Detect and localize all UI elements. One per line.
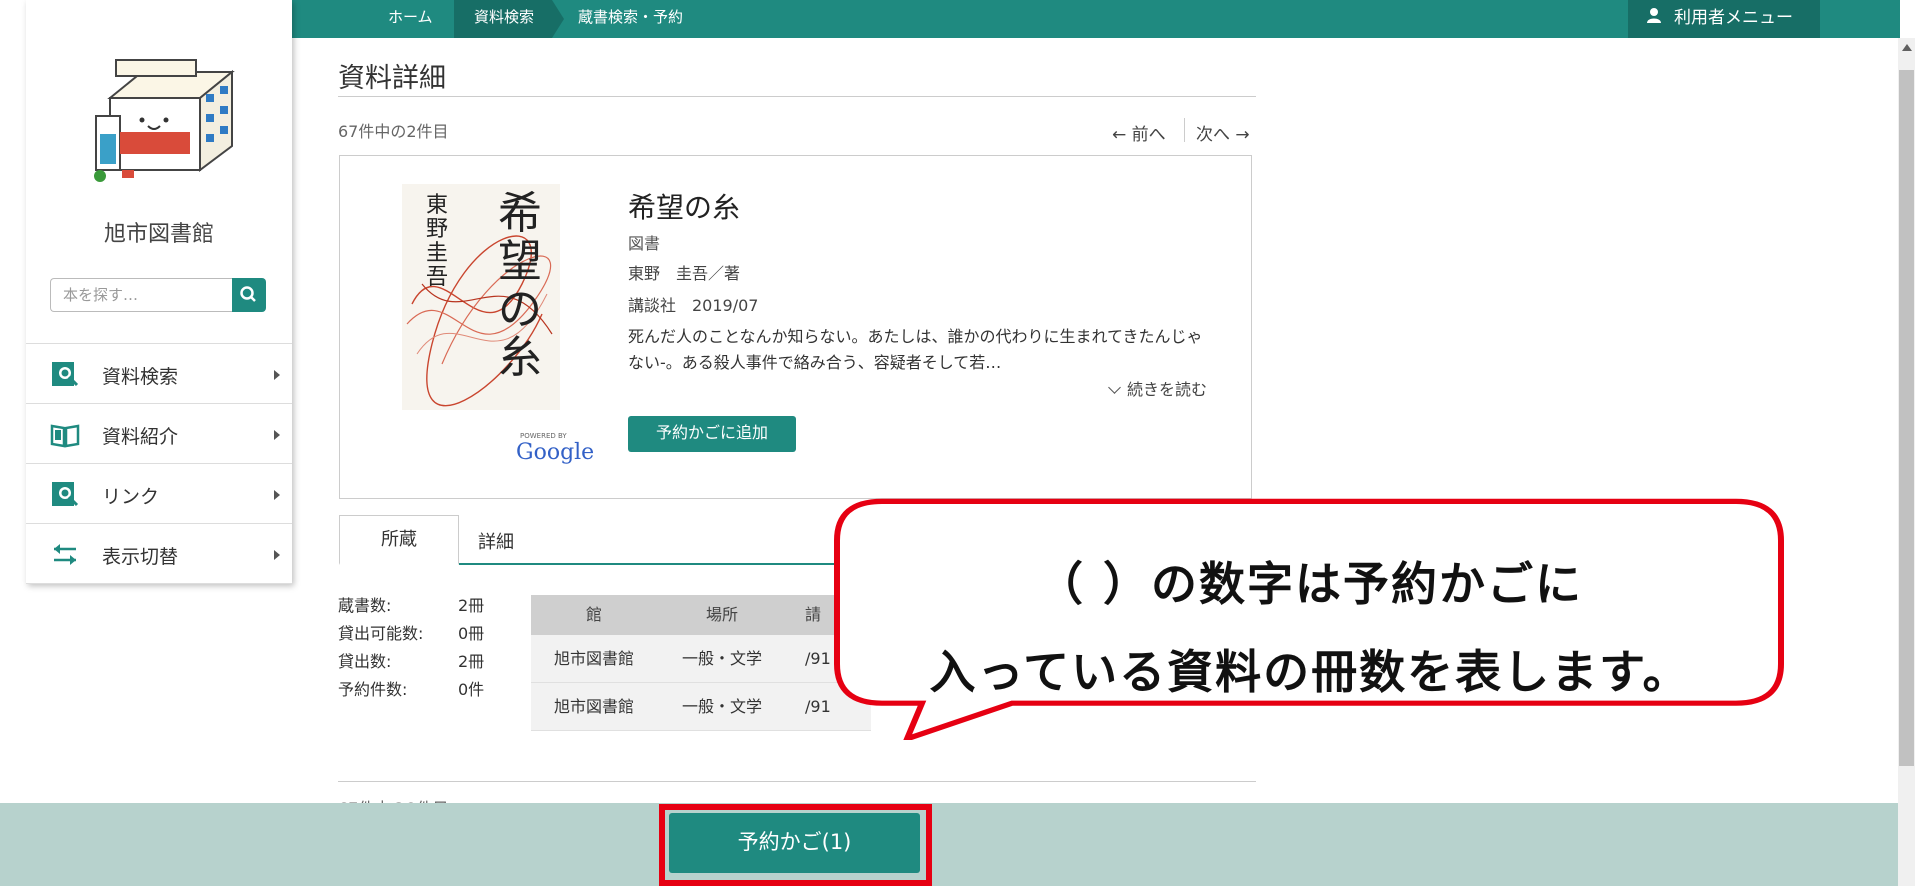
book-publisher: 講談社 2019/07 xyxy=(628,296,759,315)
stat-value: 2冊 xyxy=(458,652,485,671)
stat-label: 貸出数: xyxy=(338,652,392,671)
sidebar-item-introduction[interactable]: 資料紹介 xyxy=(26,404,292,464)
book-description: 死んだ人のことなんか知らない。あたしは、誰かの代わりに生まれてきたんじゃない-。… xyxy=(628,327,1203,372)
search-button[interactable] xyxy=(232,278,266,312)
stat-row: 予約件数: 0件 xyxy=(338,676,484,704)
column-header-location: 場所 xyxy=(705,605,738,624)
callout-text-line2: 入っている資料の冊数を表します。 xyxy=(929,645,1691,699)
read-more-link[interactable]: 続きを読む xyxy=(1108,376,1208,400)
table-row: 旭市図書館 一般・文学 /91 xyxy=(531,635,871,683)
book-type: 図書 xyxy=(628,234,661,253)
cell-location: 一般・文学 xyxy=(681,649,762,668)
book-cover[interactable]: 東野圭吾 希望の糸 xyxy=(402,184,560,410)
magnifier-book-icon xyxy=(50,360,80,388)
breadcrumb-search[interactable]: 資料検索 xyxy=(454,0,552,38)
nav-separator xyxy=(1184,118,1185,142)
page-title: 資料詳細 xyxy=(338,63,446,94)
read-more-label: 続きを読む xyxy=(1127,380,1208,399)
breadcrumb-home[interactable]: ホーム xyxy=(388,0,433,38)
sidebar-item-label: 資料検索 xyxy=(102,366,179,388)
cover-title-text: 希望の糸 xyxy=(498,188,542,383)
user-menu-label: 利用者メニュー xyxy=(1674,8,1793,28)
tab-details[interactable]: 詳細 xyxy=(478,528,514,554)
book-title: 希望の糸 xyxy=(628,191,741,224)
chevron-right-icon xyxy=(274,550,280,560)
sidebar-menu: 資料検索 資料紹介 リンク 表示切替 xyxy=(26,343,292,584)
table-header: 館 場所 請 xyxy=(531,595,871,635)
magnifier-book-icon xyxy=(50,480,80,508)
stat-value: 0件 xyxy=(458,680,485,699)
chevron-right-icon xyxy=(274,490,280,500)
google-wordmark: Google xyxy=(516,440,595,465)
user-icon xyxy=(1646,0,1662,36)
chevron-right-icon xyxy=(274,430,280,440)
sidebar-item-display-toggle[interactable]: 表示切替 xyxy=(26,524,292,584)
scrollbar-thumb[interactable] xyxy=(1899,70,1914,766)
powered-by-text: POWERED BY xyxy=(520,432,567,440)
chevron-right-icon xyxy=(274,370,280,380)
cell-location: 一般・文学 xyxy=(681,697,762,716)
cover-author-text: 東野圭吾 xyxy=(426,193,449,290)
stat-label: 貸出可能数: xyxy=(338,624,424,643)
chevron-down-icon xyxy=(1108,381,1121,394)
result-count: 67件中の2件目 xyxy=(338,122,449,141)
holdings-stats: 蔵書数: 2冊 貸出可能数: 0冊 貸出数: 2冊 予約件数: 0件 xyxy=(338,592,484,704)
google-books-logo: POWERED BY Google xyxy=(516,432,596,472)
sidebar-item-label: 資料紹介 xyxy=(102,426,179,448)
title-divider xyxy=(338,96,1256,97)
prev-link[interactable]: ← 前へ xyxy=(1112,120,1166,145)
footer-bar xyxy=(0,803,1915,886)
scroll-up-arrow-icon[interactable] xyxy=(1902,44,1912,51)
book-author: 東野 圭吾／著 xyxy=(628,264,741,283)
stat-label: 予約件数: xyxy=(338,680,408,699)
holdings-table: 館 場所 請 旭市図書館 一般・文学 /91 旭市図書館 一般・文学 /91 xyxy=(531,595,871,731)
tab-holdings[interactable]: 所蔵 xyxy=(339,515,459,565)
bottom-divider xyxy=(338,781,1256,782)
search-icon xyxy=(240,286,256,302)
stat-value: 0冊 xyxy=(458,624,485,643)
stat-row: 蔵書数: 2冊 xyxy=(338,592,484,620)
sidebar-item-label: リンク xyxy=(102,486,160,508)
sidebar-item-links[interactable]: リンク xyxy=(26,464,292,524)
breadcrumb-catalog-search[interactable]: 蔵書検索・予約 xyxy=(578,0,683,38)
open-book-icon xyxy=(50,420,80,448)
sidebar-item-search[interactable]: 資料検索 xyxy=(26,344,292,404)
swap-arrows-icon xyxy=(50,540,80,568)
column-header-library: 館 xyxy=(585,605,602,624)
reservation-cart-button[interactable]: 予約かご(1) xyxy=(669,813,920,873)
stat-row: 貸出数: 2冊 xyxy=(338,648,484,676)
table-row: 旭市図書館 一般・文学 /91 xyxy=(531,683,871,731)
next-link[interactable]: 次へ → xyxy=(1196,120,1250,145)
sidebar: 旭市図書館 本を探す… 資料検索 資料紹介 リンク 表示切替 xyxy=(26,0,292,584)
add-to-cart-button[interactable]: 予約かごに追加 xyxy=(628,416,796,452)
stat-value: 2冊 xyxy=(458,596,485,615)
stat-row: 貸出可能数: 0冊 xyxy=(338,620,484,648)
sidebar-item-label: 表示切替 xyxy=(102,546,179,568)
user-menu-button[interactable]: 利用者メニュー xyxy=(1628,0,1820,38)
breadcrumb-separator xyxy=(552,0,564,38)
callout-text-line1: （ ）の数字は予約かごに xyxy=(1036,557,1583,611)
cell-library: 旭市図書館 xyxy=(553,697,634,716)
callout-bubble xyxy=(834,498,1784,740)
library-name: 旭市図書館 xyxy=(103,222,214,247)
book-detail-card: 東野圭吾 希望の糸 POWERED BY Google 希望の糸 図書 東野 圭… xyxy=(339,155,1252,499)
stat-label: 蔵書数: xyxy=(338,596,392,615)
cell-library: 旭市図書館 xyxy=(553,649,634,668)
search-input[interactable]: 本を探す… xyxy=(50,278,234,312)
library-logo[interactable] xyxy=(82,58,262,190)
